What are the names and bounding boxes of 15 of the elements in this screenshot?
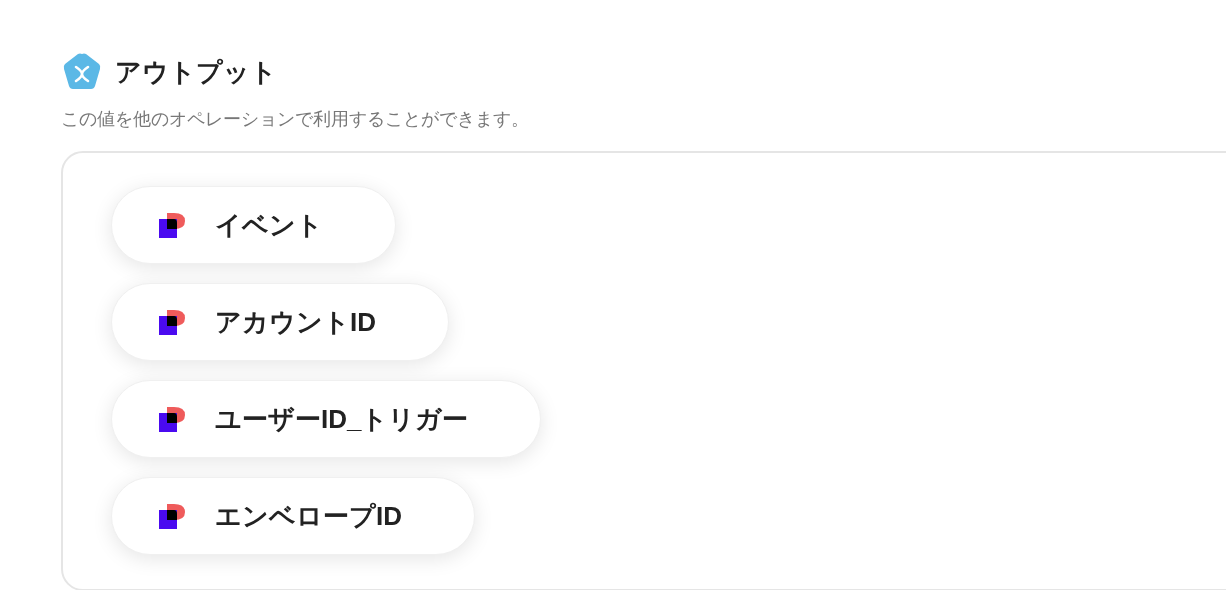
section-description: この値を他のオペレーションで利用することができます。: [61, 108, 530, 131]
app-logo-icon: [158, 211, 186, 239]
output-chip[interactable]: イベント: [111, 186, 396, 264]
output-chip[interactable]: ユーザーID_トリガー: [111, 380, 542, 458]
output-chip[interactable]: アカウントID: [111, 283, 449, 361]
app-logo-icon: [158, 405, 186, 433]
output-label: イベント: [215, 208, 323, 242]
output-label: エンベロープID: [215, 499, 402, 533]
section-title: アウトプット: [115, 55, 277, 89]
app-logo-icon: [158, 308, 186, 336]
app-logo-icon: [158, 502, 186, 530]
output-chip[interactable]: エンベロープID: [111, 477, 475, 555]
output-label: アカウントID: [215, 305, 376, 339]
pentagon-x-icon: [61, 52, 103, 92]
output-label: ユーザーID_トリガー: [215, 402, 469, 436]
